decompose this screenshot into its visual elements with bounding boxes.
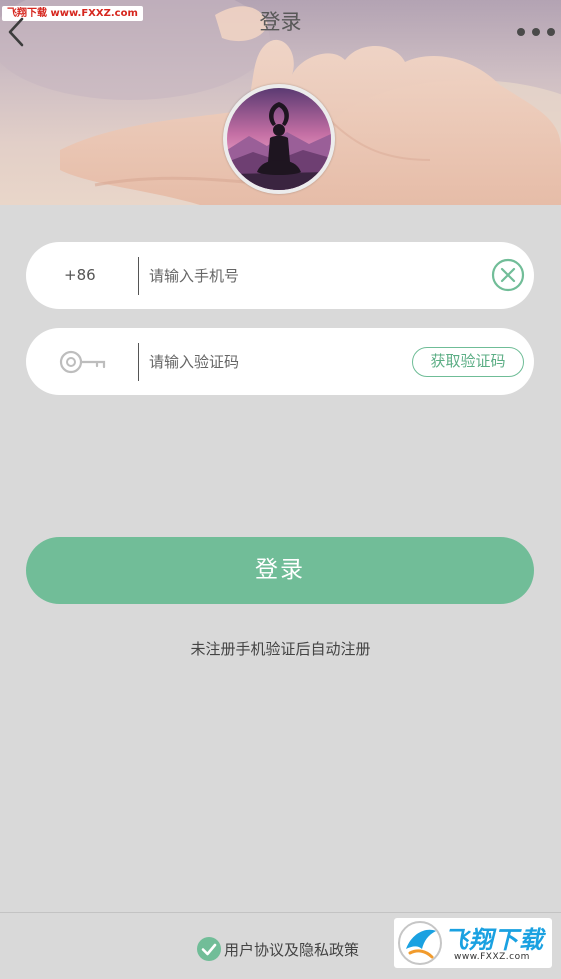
phone-input[interactable] bbox=[149, 258, 399, 294]
footer-divider bbox=[0, 912, 561, 913]
more-dots-icon bbox=[517, 28, 525, 36]
more-options-button[interactable] bbox=[517, 22, 555, 42]
header-banner: 飞翔下载 www.FXXZ.com 登录 bbox=[0, 0, 561, 205]
country-code[interactable]: +86 bbox=[64, 242, 96, 309]
more-dots-icon bbox=[547, 28, 555, 36]
watermark-url: www.FXXZ.com bbox=[454, 952, 530, 962]
page-title: 登录 bbox=[259, 10, 302, 34]
avatar bbox=[223, 84, 335, 194]
code-field: 获取验证码 bbox=[26, 328, 534, 395]
watermark-brand: 飞翔下载 bbox=[444, 926, 544, 954]
get-code-button[interactable]: 获取验证码 bbox=[412, 347, 524, 377]
yoga-avatar-image bbox=[227, 88, 331, 190]
phone-field: +86 bbox=[26, 242, 534, 309]
field-divider bbox=[138, 257, 139, 295]
field-divider bbox=[138, 343, 139, 381]
verification-code-input[interactable] bbox=[149, 344, 399, 380]
auto-register-hint: 未注册手机验证后自动注册 bbox=[190, 640, 371, 658]
key-icon bbox=[59, 350, 106, 374]
fxxz-logo-icon bbox=[398, 921, 442, 965]
login-button[interactable]: 登录 bbox=[26, 537, 534, 604]
agreement-link[interactable]: 用户协议及隐私政策 bbox=[224, 939, 359, 960]
watermark-logo: 飞翔下载 www.FXXZ.com bbox=[394, 918, 552, 968]
agreement-toggle[interactable]: 用户协议及隐私政策 bbox=[196, 935, 359, 963]
check-circle-icon[interactable] bbox=[196, 936, 222, 962]
more-dots-icon bbox=[532, 28, 540, 36]
clear-icon[interactable] bbox=[491, 258, 525, 292]
